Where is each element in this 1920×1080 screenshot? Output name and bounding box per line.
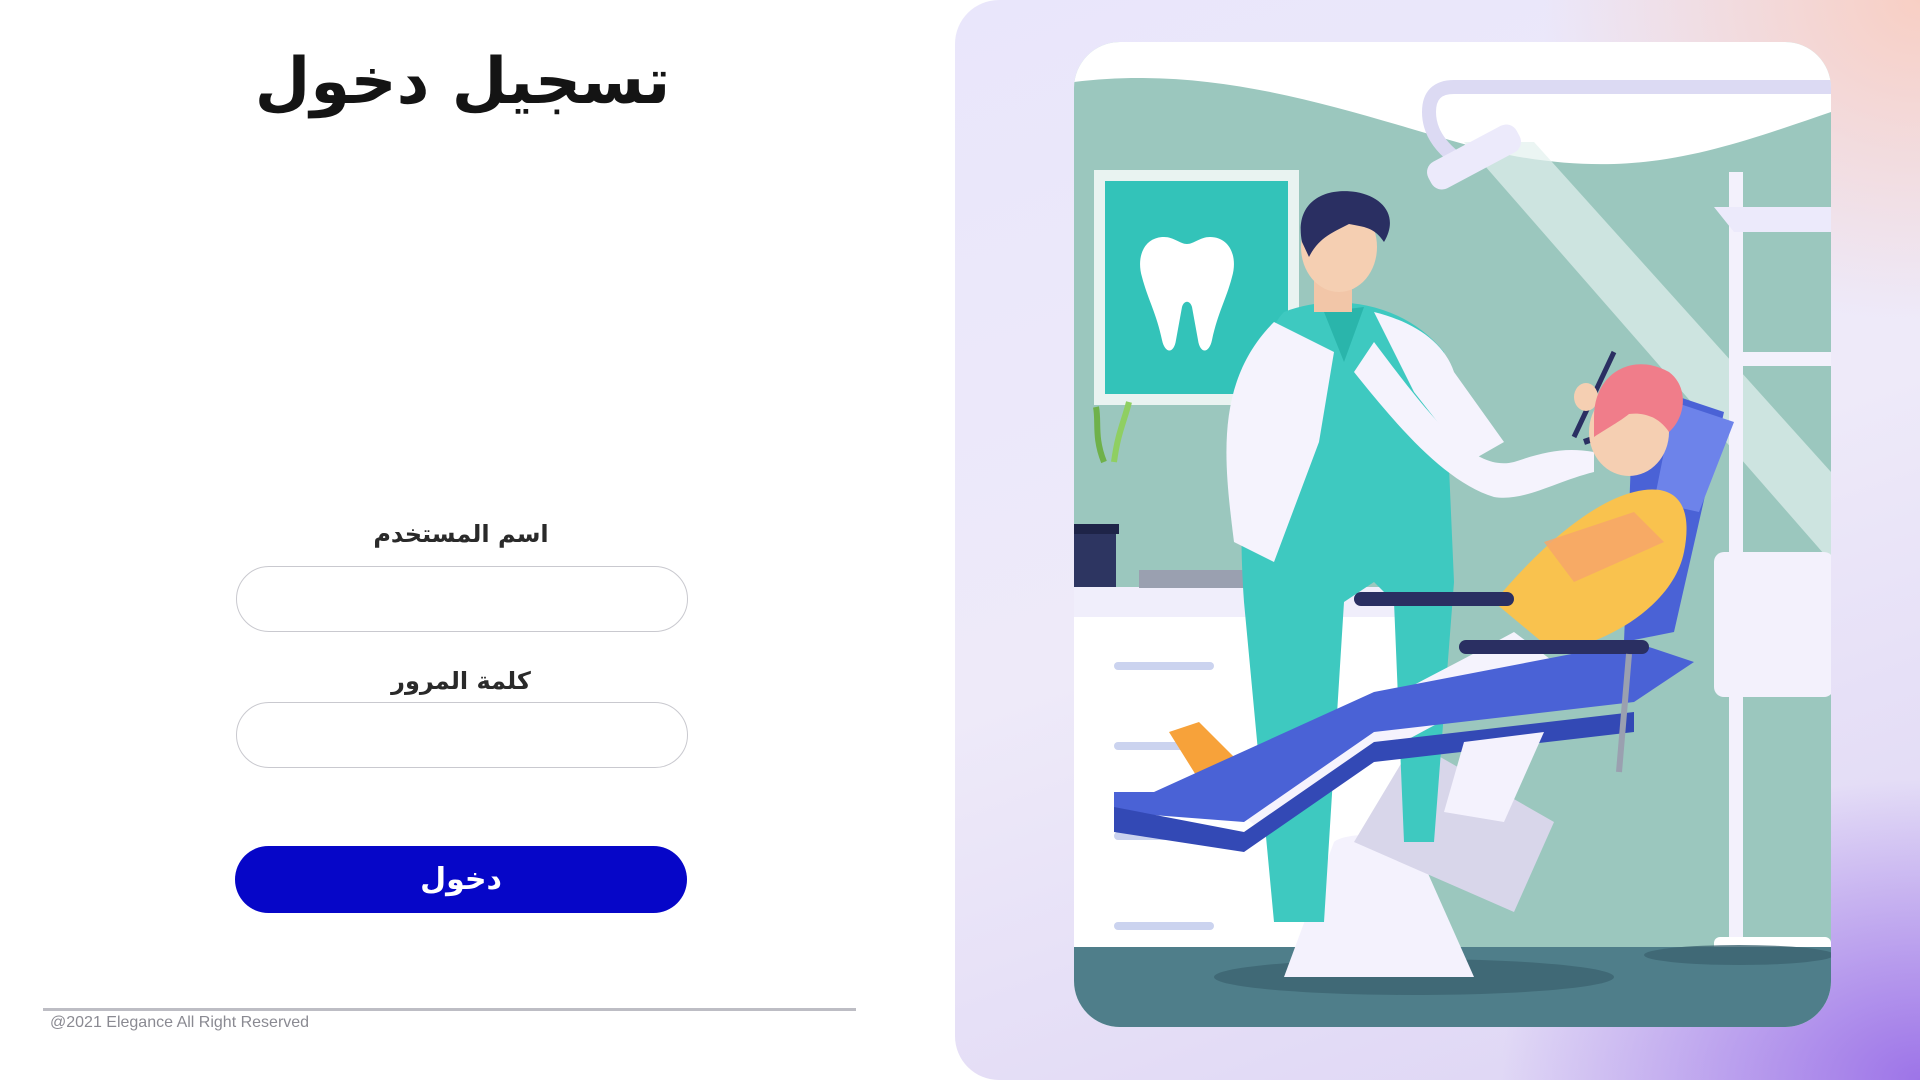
- password-label: كلمة المرور: [391, 667, 531, 695]
- login-panel: تسجيل دخول اسم المستخدم كلمة المرور دخول…: [0, 0, 955, 1080]
- hero-panel: [955, 0, 1920, 1080]
- username-label: اسم المستخدم: [373, 520, 549, 548]
- dentist-scene: [1074, 42, 1831, 1027]
- username-input[interactable]: [236, 566, 688, 632]
- dentist-illustration: [1074, 42, 1831, 1027]
- login-button[interactable]: دخول: [235, 846, 687, 913]
- footer-copyright: @2021 Elegance All Right Reserved: [50, 1014, 310, 1031]
- footer-divider: [43, 1008, 856, 1011]
- password-input[interactable]: [236, 702, 688, 768]
- page-title: تسجيل دخول: [254, 45, 671, 119]
